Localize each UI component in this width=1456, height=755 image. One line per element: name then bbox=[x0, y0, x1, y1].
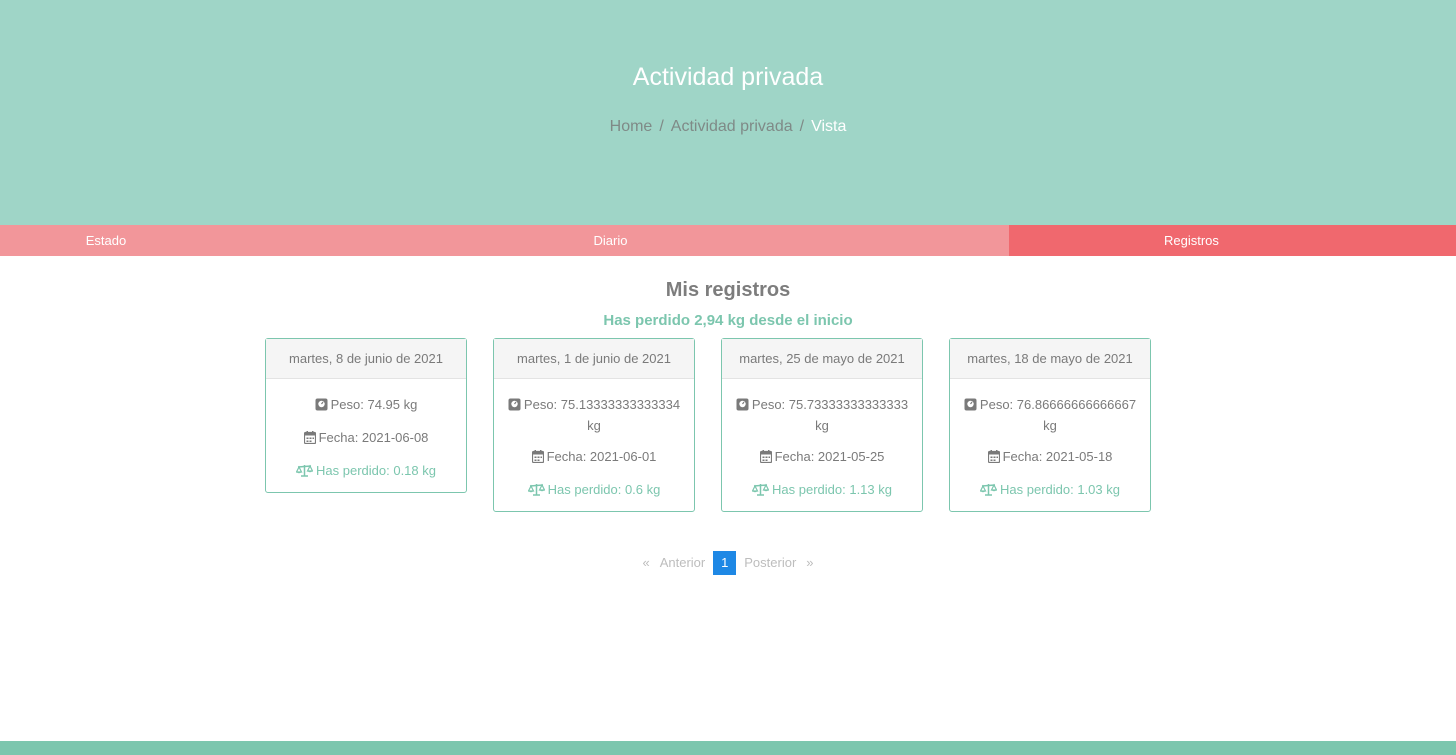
breadcrumb-separator: / bbox=[659, 118, 664, 135]
tab-estado[interactable]: Estado bbox=[0, 225, 212, 256]
record-card: martes, 25 de mayo de 2021 Peso: 75.7333… bbox=[721, 338, 923, 512]
pagination-prev-button[interactable]: Anterior bbox=[660, 551, 706, 575]
record-weight: Peso: 75.13333333333334 kg bbox=[504, 395, 684, 435]
page-header: Actividad privada Home / Actividad privada… bbox=[0, 0, 1456, 225]
record-body: Peso: 76.86666666666667 kg Fecha: 2021-0… bbox=[950, 379, 1150, 519]
pagination-prev-arrow[interactable]: « bbox=[642, 551, 649, 575]
breadcrumb: Home / Actividad privada / Vista bbox=[0, 116, 1456, 138]
pagination: « Anterior 1 Posterior » bbox=[0, 551, 1456, 575]
breadcrumb-separator: / bbox=[799, 118, 805, 135]
weight-lost-summary: Has perdido 2,94 kg desde el inicio bbox=[603, 312, 853, 329]
record-date-line: Fecha: 2021-05-25 bbox=[732, 447, 912, 468]
record-body: Peso: 75.13333333333334 kg Fecha: 2021-0… bbox=[494, 379, 694, 519]
pagination-next-button[interactable]: Posterior bbox=[744, 551, 796, 575]
balance-scale-icon bbox=[295, 463, 314, 482]
calendar-icon bbox=[759, 449, 772, 468]
record-body: Peso: 74.95 kg Fecha: 2021-06-08 Has per… bbox=[266, 379, 466, 500]
tab-bar: Estado Diario Registros bbox=[0, 225, 1456, 256]
weight-scale-icon bbox=[315, 397, 328, 416]
record-body: Peso: 75.73333333333333 kg Fecha: 2021-0… bbox=[722, 379, 922, 519]
breadcrumb-section-link[interactable]: Actividad privada bbox=[671, 118, 793, 135]
breadcrumb-home-link[interactable]: Home bbox=[610, 118, 653, 135]
record-date-line: Fecha: 2021-06-08 bbox=[276, 428, 456, 449]
calendar-icon bbox=[531, 449, 544, 468]
record-date-line: Fecha: 2021-05-18 bbox=[960, 447, 1140, 468]
record-card: martes, 1 de junio de 2021 Peso: 75.1333… bbox=[493, 338, 695, 512]
breadcrumb-current: Vista bbox=[811, 118, 847, 135]
record-lost: Has perdido: 1.03 kg bbox=[960, 480, 1140, 501]
record-date-line: Fecha: 2021-06-01 bbox=[504, 447, 684, 468]
record-card: martes, 8 de junio de 2021 Peso: 74.95 k… bbox=[265, 338, 467, 493]
record-lost: Has perdido: 0.18 kg bbox=[276, 461, 456, 482]
record-card: martes, 18 de mayo de 2021 Peso: 76.8666… bbox=[949, 338, 1151, 512]
weight-scale-icon bbox=[508, 397, 521, 416]
record-date: martes, 18 de mayo de 2021 bbox=[950, 339, 1150, 379]
pagination-next-arrow[interactable]: » bbox=[806, 551, 813, 575]
balance-scale-icon bbox=[751, 482, 770, 501]
record-weight: Peso: 75.73333333333333 kg bbox=[732, 395, 912, 435]
record-date: martes, 1 de junio de 2021 bbox=[494, 339, 694, 379]
pagination-page-1[interactable]: 1 bbox=[713, 551, 737, 575]
page-title: Actividad privada bbox=[632, 63, 824, 91]
section-title: Mis registros bbox=[665, 279, 791, 301]
weight-scale-icon bbox=[736, 397, 749, 416]
tab-registros[interactable]: Registros bbox=[1009, 225, 1456, 256]
record-weight: Peso: 74.95 kg bbox=[276, 395, 456, 416]
tab-diario[interactable]: Diario bbox=[212, 225, 1009, 256]
footer-bar bbox=[0, 741, 1456, 755]
record-date: martes, 8 de junio de 2021 bbox=[266, 339, 466, 379]
record-lost: Has perdido: 0.6 kg bbox=[504, 480, 684, 501]
balance-scale-icon bbox=[979, 482, 998, 501]
weight-scale-icon bbox=[964, 397, 977, 416]
calendar-icon bbox=[303, 430, 316, 449]
record-weight: Peso: 76.86666666666667 kg bbox=[960, 395, 1140, 435]
calendar-icon bbox=[987, 449, 1000, 468]
record-lost: Has perdido: 1.13 kg bbox=[732, 480, 912, 501]
record-date: martes, 25 de mayo de 2021 bbox=[722, 339, 922, 379]
balance-scale-icon bbox=[527, 482, 546, 501]
